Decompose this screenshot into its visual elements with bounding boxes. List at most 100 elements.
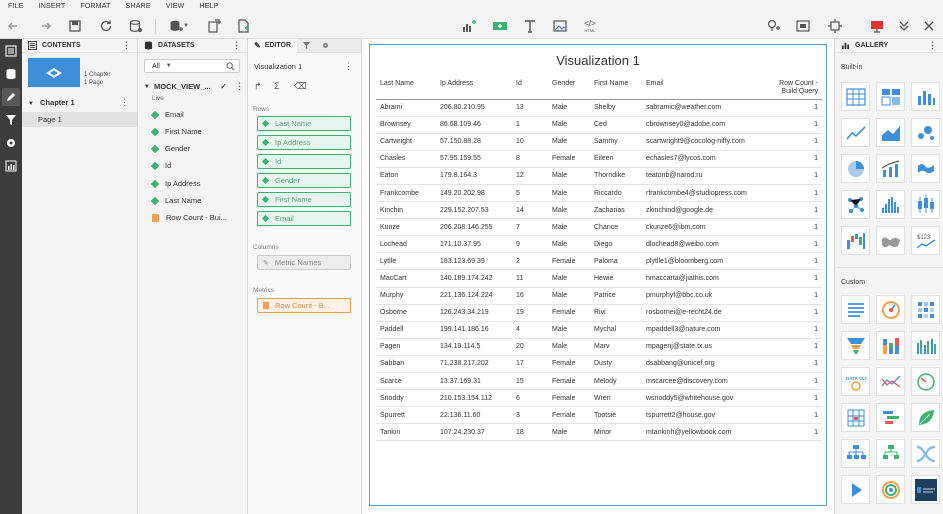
table-row[interactable]: Scarce 13.37.169.31 15 Female Melody mscarcee… — [376, 372, 822, 391]
tab-editor[interactable]: ✎ EDITOR — [248, 38, 298, 53]
table-row[interactable]: Chasles 57.95.159.55 8 Female Eileen echasles… — [376, 150, 822, 168]
table-row[interactable]: Kunze 206.208.146.255 7 Male Chance ckunze6@i… — [376, 218, 822, 237]
menu-share[interactable]: SHARE — [126, 3, 151, 10]
dataset-kebab-icon[interactable]: ⋮ — [235, 81, 244, 92]
row-pill-ip-address[interactable]: Ip Address — [257, 135, 351, 150]
table-row[interactable]: Brownsey 86.68.109.46 1 Male Ced cbrownsey0@a… — [376, 116, 822, 134]
column-header[interactable]: Last Name — [376, 77, 436, 100]
add-data-button[interactable]: ▼ — [167, 18, 191, 34]
layout-button[interactable] — [827, 18, 843, 34]
insert-text-button[interactable] — [522, 18, 538, 34]
gallery-tile-multi-line[interactable] — [876, 367, 905, 396]
kebab-menu-icon[interactable]: ⋮ — [232, 40, 241, 51]
gallery-tile-gantt[interactable] — [876, 403, 905, 432]
gallery-tile-dial[interactable] — [911, 367, 940, 396]
row-pill-gender[interactable]: Gender — [257, 173, 351, 188]
table-row[interactable]: Lytlle 183.123.69.39 2 Female Paloma plytlle1… — [376, 252, 822, 271]
row-pill-id[interactable]: Id — [257, 154, 351, 169]
chapter-kebab-icon[interactable]: ⋮ — [120, 97, 129, 108]
tab-format[interactable] — [316, 39, 335, 53]
menu-help[interactable]: HELP — [199, 3, 218, 10]
column-header[interactable]: Email — [642, 77, 768, 100]
table-row[interactable]: Pagen 134.19.114.5 20 Male Marv mpagenj@state… — [376, 338, 822, 356]
table-row[interactable]: Lochead 171.10.37.95 9 Male Diego dlochead8@w… — [376, 235, 822, 254]
gallery-tile-pie-chart[interactable] — [841, 154, 870, 183]
columns-drop-zone[interactable]: ✎ Metric Names — [257, 255, 351, 270]
gallery-tile-network[interactable] — [841, 190, 870, 219]
table-row[interactable]: Frankcombe 149.20.202.98 5 Male Riccardo rfra… — [376, 184, 822, 203]
column-header[interactable]: Id — [512, 77, 548, 100]
field-first-name[interactable]: First Name — [150, 126, 202, 137]
chapter-thumbnail[interactable] — [28, 58, 80, 87]
close-button[interactable] — [921, 18, 937, 34]
table-row[interactable]: Snoddy 210.153.154.112 6 Female Wren wsnoddy5… — [376, 389, 822, 408]
rail-gallery-button[interactable] — [2, 157, 20, 175]
swap-axes-icon[interactable]: ↱ — [254, 81, 268, 93]
table-row[interactable]: Kinchin 229.152.207.53 14 Male Zacharias zkin… — [376, 201, 822, 220]
collapse-button[interactable] — [896, 18, 912, 34]
gallery-tile-line-chart[interactable] — [841, 118, 870, 147]
duplicate-page-button[interactable] — [206, 18, 222, 34]
gallery-tile-data-clock[interactable]: DATA CLOCK — [841, 367, 870, 396]
gallery-tile-heatmap[interactable] — [911, 295, 940, 324]
table-row[interactable]: Spurrett 22.136.11.60 3 Female Tootsie tspurr… — [376, 406, 822, 425]
column-header[interactable]: Gender — [548, 77, 590, 100]
chapter-item[interactable]: ▼ Chapter 1 — [28, 98, 75, 107]
gallery-tile-compound-grid[interactable] — [876, 82, 905, 111]
fit-page-button[interactable] — [795, 18, 811, 34]
table-row[interactable]: Cartwright 57.150.88.28 10 Male Sammy scartwr… — [376, 133, 822, 151]
table-row[interactable]: Osborne 126.243.34.219 19 Female Rivi rosborn… — [376, 304, 822, 322]
gallery-tile-histogram[interactable] — [876, 190, 905, 219]
table-row[interactable]: Murphy 221.136.124.224 16 Male Patrice pmurph… — [376, 287, 822, 305]
table-row[interactable]: Abrami 206.80.210.95 13 Male Shelby sabramic@… — [376, 99, 822, 117]
row-pill-first-name[interactable]: First Name — [257, 192, 351, 207]
gallery-tile-map[interactable] — [911, 154, 940, 183]
table-row[interactable]: Paddell 199.141.186.16 4 Male Mychal mpaddell… — [376, 321, 822, 339]
gallery-tile-funnel[interactable] — [841, 331, 870, 360]
gallery-tile-custom-viz-thumbnail[interactable] — [911, 475, 940, 504]
row-pill-last-name[interactable]: Last Name — [257, 116, 351, 131]
insert-visualization-button[interactable] — [461, 18, 477, 34]
gallery-tile-grouped-bar[interactable] — [911, 331, 940, 360]
eraser-icon[interactable]: ⌫ — [294, 81, 308, 93]
column-header[interactable]: Ip Address — [436, 77, 512, 100]
gallery-tile-box-plot[interactable] — [911, 190, 940, 219]
gallery-tile-vertical-bar[interactable] — [911, 82, 940, 111]
field-row-count[interactable]: Row Count - Bui... — [152, 212, 227, 223]
visualization-kebab-icon[interactable]: ⋮ — [344, 61, 353, 72]
menu-file[interactable]: FILE — [8, 3, 24, 10]
insert-html-button[interactable]: </> HTML — [582, 18, 598, 34]
gallery-tile-stacked-bar[interactable] — [876, 331, 905, 360]
gallery-tile-gauge[interactable] — [876, 295, 905, 324]
kebab-menu-icon[interactable]: ⋮ — [928, 40, 937, 51]
auto-insights-button[interactable] — [765, 18, 781, 34]
column-header[interactable]: Row Count - Build Query — [768, 77, 822, 100]
field-gender[interactable]: Gender — [150, 143, 190, 154]
menu-format[interactable]: FORMAT — [80, 3, 110, 10]
field-last-name[interactable]: Last Name — [150, 195, 201, 206]
gallery-tile-leaf[interactable] — [911, 403, 940, 432]
undo-button[interactable] — [7, 18, 23, 34]
search-icon[interactable] — [226, 61, 235, 71]
insert-image-button[interactable] — [552, 18, 568, 34]
rail-datasets-button[interactable] — [2, 65, 20, 83]
gallery-tile-grid[interactable] — [841, 82, 870, 111]
gallery-tile-play[interactable] — [841, 475, 870, 504]
dataset-filter-select[interactable]: All ▼ — [144, 59, 240, 73]
gallery-tile-radial[interactable] — [876, 475, 905, 504]
menu-insert[interactable]: INSERT — [39, 3, 66, 10]
refresh-button[interactable] — [98, 18, 114, 34]
metric-pill-row-count[interactable]: Row Count - B... — [257, 298, 351, 313]
redo-button[interactable] — [36, 18, 52, 34]
insert-filter-button[interactable] — [492, 18, 508, 34]
gallery-tile-sankey[interactable] — [911, 439, 940, 468]
row-pill-email[interactable]: Email — [257, 211, 351, 226]
gallery-tile-kpi[interactable]: $123 — [911, 226, 940, 255]
gallery-tile-bubble-chart[interactable] — [911, 118, 940, 147]
totals-icon[interactable]: Σ — [274, 81, 288, 93]
dataset-name[interactable]: ▼ MOCK_VIEW_... ✓ ⋮ — [144, 81, 244, 92]
kebab-menu-icon[interactable]: ⋮ — [122, 40, 131, 51]
gallery-tile-matrix[interactable] — [841, 403, 870, 432]
table-row[interactable]: Sabban 71.238.217.202 17 Female Dusty dsabban… — [376, 355, 822, 374]
gallery-tile-waterfall[interactable] — [841, 226, 870, 255]
